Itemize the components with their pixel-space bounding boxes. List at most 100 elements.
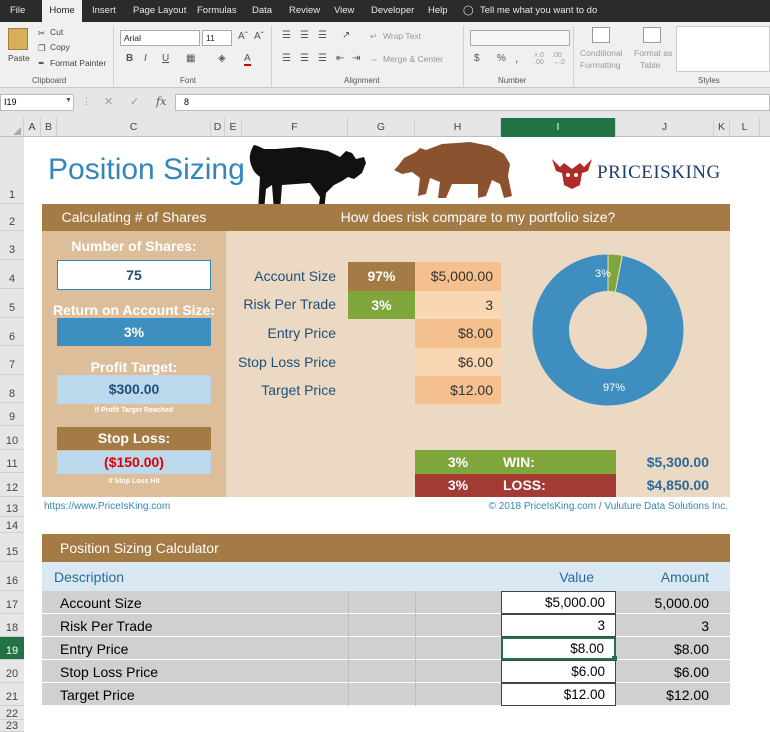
- loss-value[interactable]: $4,850.00: [616, 474, 709, 497]
- increase-decimal-icon[interactable]: +.0.00: [534, 52, 544, 66]
- row-header[interactable]: 9: [0, 403, 24, 426]
- tab-file[interactable]: File: [10, 0, 25, 22]
- row-header[interactable]: 20: [0, 660, 24, 683]
- format-as-table-button[interactable]: Format as: [634, 48, 672, 58]
- align-center-icon[interactable]: ☰: [300, 53, 309, 64]
- font-name-combo[interactable]: Arial: [120, 30, 200, 46]
- merge-center-button[interactable]: Merge & Center: [383, 54, 443, 64]
- comma-button[interactable]: ,: [515, 51, 518, 65]
- name-box-dropdown-icon[interactable]: ▼: [65, 97, 72, 104]
- row-header[interactable]: 16: [0, 562, 24, 591]
- bold-button[interactable]: B: [126, 53, 133, 64]
- brush-icon[interactable]: ✒: [38, 58, 45, 69]
- target-price-value[interactable]: $12.00: [415, 376, 501, 404]
- row-header[interactable]: 13: [0, 497, 24, 517]
- website-link[interactable]: https://www.PriceIsKing.com: [44, 501, 170, 512]
- row-header[interactable]: 8: [0, 375, 24, 403]
- row-header[interactable]: 14: [0, 517, 24, 533]
- fill-color-icon[interactable]: ◈: [218, 53, 226, 64]
- column-header[interactable]: L: [730, 118, 760, 137]
- tab-data[interactable]: Data: [252, 0, 272, 22]
- tab-formulas[interactable]: Formulas: [197, 0, 237, 22]
- select-all-corner[interactable]: [0, 118, 24, 137]
- format-painter-button[interactable]: Format Painter: [50, 58, 106, 68]
- row-header[interactable]: 2: [0, 204, 24, 231]
- decrease-indent-icon[interactable]: ⇤: [336, 53, 344, 64]
- row-header[interactable]: 10: [0, 426, 24, 450]
- cancel-icon[interactable]: ✕: [104, 95, 113, 108]
- column-header[interactable]: B: [41, 118, 57, 137]
- paste-button[interactable]: Paste: [8, 53, 30, 63]
- row-header[interactable]: 18: [0, 614, 24, 637]
- cut-button[interactable]: Cut: [50, 27, 63, 37]
- borders-icon[interactable]: ▦: [186, 53, 195, 64]
- row-header[interactable]: 17: [0, 591, 24, 614]
- tab-view[interactable]: View: [334, 0, 354, 22]
- tell-me-search[interactable]: Tell me what you want to do: [480, 0, 597, 22]
- underline-button[interactable]: U: [162, 53, 169, 64]
- row-header[interactable]: 3: [0, 231, 24, 260]
- risk-per-trade-pct[interactable]: 3%: [348, 291, 415, 319]
- tab-home[interactable]: Home: [42, 0, 82, 22]
- row-header[interactable]: 15: [0, 533, 24, 562]
- shrink-font-icon[interactable]: Aˇ: [254, 31, 264, 42]
- decrease-decimal-icon[interactable]: .00 →.0: [552, 52, 565, 66]
- column-header[interactable]: F: [242, 118, 348, 137]
- column-header[interactable]: K: [714, 118, 730, 137]
- entry-price-value[interactable]: $8.00: [415, 319, 501, 348]
- number-format-combo[interactable]: [470, 30, 570, 46]
- wrap-text-icon[interactable]: ↵: [370, 31, 377, 42]
- percent-button[interactable]: %: [497, 53, 506, 64]
- align-middle-icon[interactable]: ☰: [300, 30, 309, 41]
- copy-icon[interactable]: ❐: [38, 43, 46, 54]
- column-header[interactable]: J: [616, 118, 714, 137]
- row-header[interactable]: 4: [0, 260, 24, 289]
- currency-button[interactable]: $: [474, 53, 480, 64]
- column-header[interactable]: G: [348, 118, 415, 137]
- font-size-combo[interactable]: 11: [202, 30, 232, 46]
- font-color-icon[interactable]: A: [244, 53, 251, 66]
- row-header-selected[interactable]: 19: [0, 637, 24, 660]
- row-header[interactable]: 7: [0, 346, 24, 375]
- column-header[interactable]: D: [211, 118, 225, 137]
- align-bottom-icon[interactable]: ☰: [318, 30, 327, 41]
- calc-row-value-input[interactable]: 3: [501, 614, 616, 637]
- row-header[interactable]: 21: [0, 683, 24, 706]
- account-size-value[interactable]: $5,000.00: [415, 262, 501, 291]
- calc-row-value-input-selected[interactable]: $8.00: [501, 637, 616, 660]
- column-header[interactable]: H: [415, 118, 501, 137]
- column-header[interactable]: A: [24, 118, 41, 137]
- return-value[interactable]: 3%: [57, 318, 211, 346]
- conditional-formatting-icon[interactable]: [592, 27, 610, 43]
- stop-loss-price-value[interactable]: $6.00: [415, 348, 501, 376]
- row-header[interactable]: 12: [0, 473, 24, 497]
- conditional-formatting-button-line2[interactable]: Formatting: [580, 60, 621, 70]
- italic-button[interactable]: I: [144, 53, 147, 64]
- format-as-table-button-line2[interactable]: Table: [640, 60, 660, 70]
- calc-row-value-input[interactable]: $6.00: [501, 660, 616, 683]
- row-header[interactable]: 5: [0, 289, 24, 318]
- align-top-icon[interactable]: ☰: [282, 30, 291, 41]
- copy-button[interactable]: Copy: [50, 42, 70, 52]
- merge-icon[interactable]: ⇔: [370, 54, 379, 64]
- scissors-icon[interactable]: ✂: [38, 28, 45, 39]
- enter-icon[interactable]: ✓: [130, 95, 139, 108]
- row-header[interactable]: 6: [0, 318, 24, 346]
- row-header[interactable]: 11: [0, 450, 24, 473]
- account-size-pct[interactable]: 97%: [348, 262, 415, 291]
- win-value[interactable]: $5,300.00: [616, 450, 709, 474]
- align-right-icon[interactable]: ☰: [318, 53, 327, 64]
- calc-row-value-input[interactable]: $5,000.00: [501, 591, 616, 614]
- conditional-formatting-button[interactable]: Conditional: [580, 48, 623, 58]
- tab-help[interactable]: Help: [428, 0, 448, 22]
- calc-row-value-input[interactable]: $12.00: [501, 683, 616, 706]
- formula-input[interactable]: 8: [175, 94, 770, 111]
- tab-insert[interactable]: Insert: [92, 0, 116, 22]
- align-left-icon[interactable]: ☰: [282, 53, 291, 64]
- paste-icon[interactable]: [8, 28, 28, 50]
- cell-styles-gallery[interactable]: [676, 26, 770, 72]
- tab-review[interactable]: Review: [289, 0, 320, 22]
- grow-font-icon[interactable]: Aˆ: [238, 31, 248, 42]
- row-header[interactable]: 22: [0, 706, 24, 720]
- column-header[interactable]: E: [225, 118, 242, 137]
